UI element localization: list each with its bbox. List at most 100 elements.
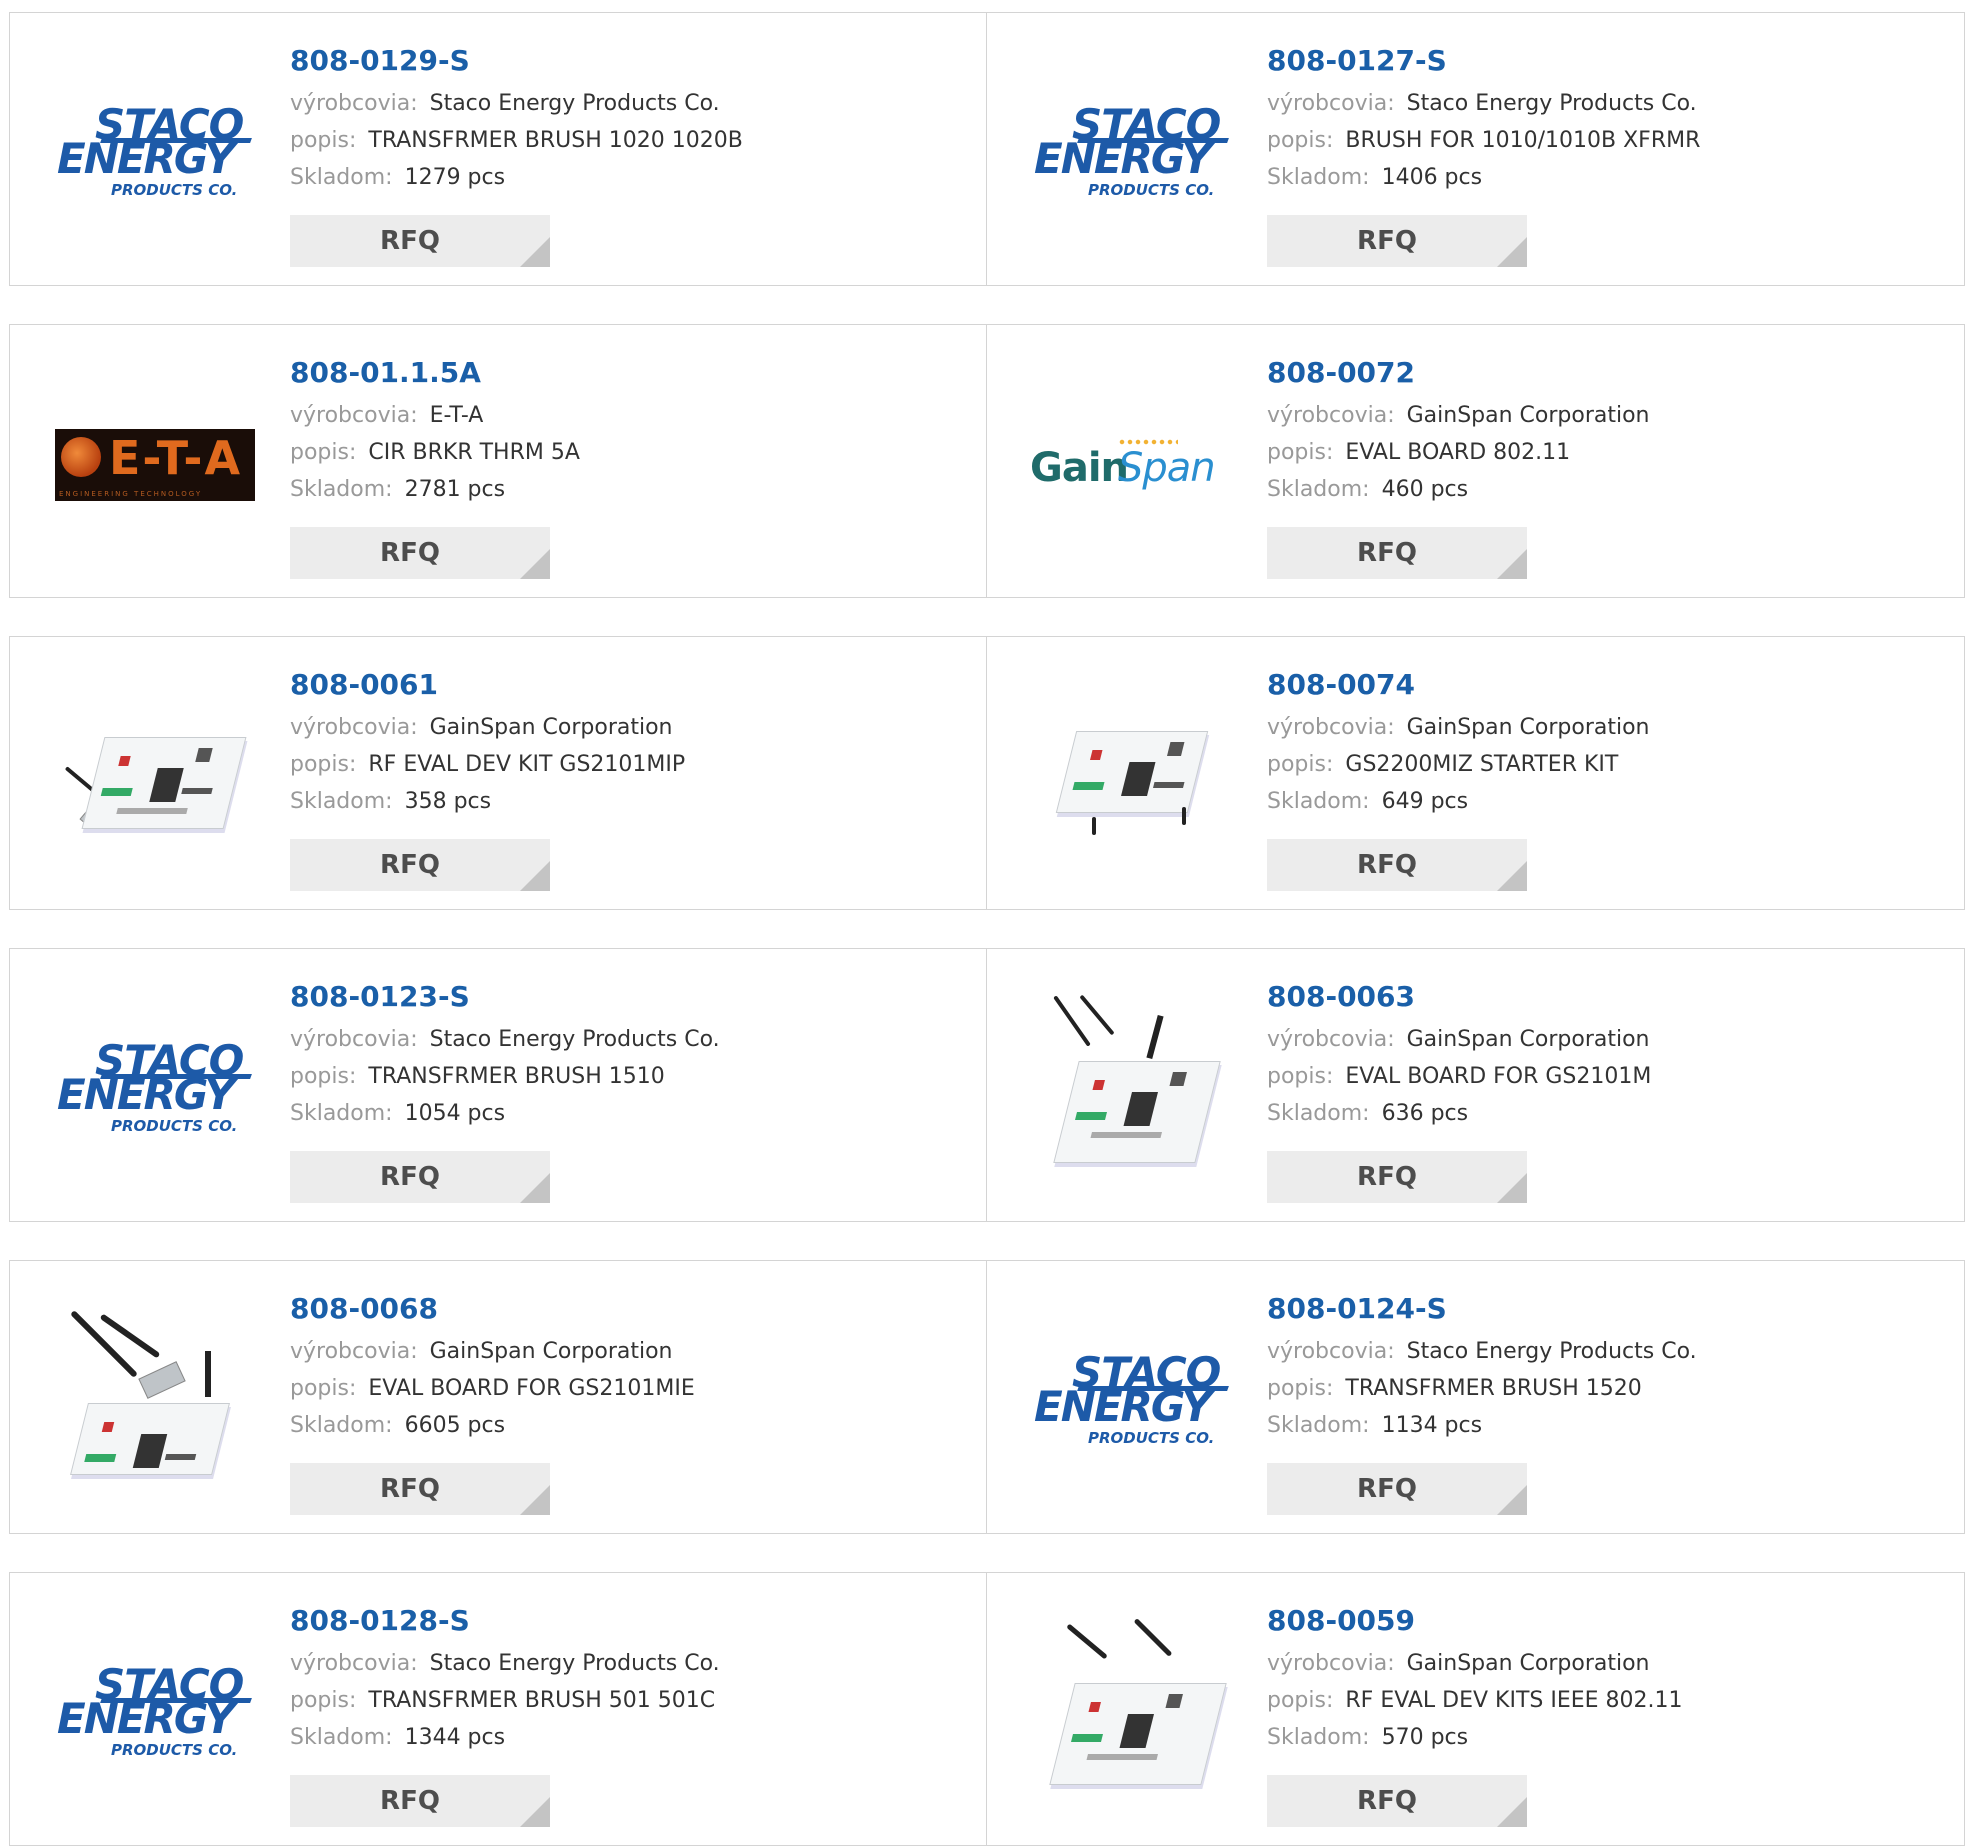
part-number-link[interactable]: 808-0127-S — [1267, 43, 1944, 79]
rfq-button[interactable]: RFQ — [1267, 1775, 1527, 1827]
part-number-link[interactable]: 808-0123-S — [290, 979, 966, 1015]
product-info: 808-0123-S výrobcovia: Staco Energy Produ… — [290, 979, 966, 1132]
product-info: 808-0074 výrobcovia: GainSpan Corporation… — [1267, 667, 1944, 820]
stock-line: Skladom: 570 pcs — [1267, 1725, 1469, 1750]
manufacturer-value: GainSpan Corporation — [1406, 1651, 1650, 1676]
description-value: TRANSFRMER BRUSH 1020 1020B — [368, 128, 743, 153]
description-line: popis: TRANSFRMER BRUSH 1020 1020B — [290, 128, 743, 153]
rfq-button[interactable]: RFQ — [1267, 839, 1527, 891]
stock-value: 2781 pcs — [404, 477, 506, 502]
product-info: 808-01.1.5A výrobcovia: E-T-A popis: CIR B… — [290, 355, 966, 508]
part-number-link[interactable]: 808-0072 — [1267, 355, 1944, 391]
product-info: 808-0124-S výrobcovia: Staco Energy Produ… — [1267, 1291, 1944, 1444]
part-number-link[interactable]: 808-0124-S — [1267, 1291, 1944, 1327]
product-image-board-photo[interactable] — [1026, 989, 1238, 1189]
staco-logo: STACO ENERGY PRODUCTS CO. — [55, 103, 255, 203]
manufacturer-line: výrobcovia: Staco Energy Products Co. — [290, 1651, 720, 1676]
product-image-board-photo[interactable] — [1026, 1613, 1238, 1813]
stock-line: Skladom: 649 pcs — [1267, 789, 1469, 814]
part-number-link[interactable]: 808-0063 — [1267, 979, 1944, 1015]
description-line: popis: TRANSFRMER BRUSH 1520 — [1267, 1376, 1642, 1401]
rfq-button[interactable]: RFQ — [290, 839, 550, 891]
rfq-button[interactable]: RFQ — [290, 1151, 550, 1203]
stock-value: 1344 pcs — [404, 1725, 506, 1750]
manufacturer-line: výrobcovia: Staco Energy Products Co. — [290, 1027, 720, 1052]
product-info: 808-0072 výrobcovia: GainSpan Corporation… — [1267, 355, 1944, 508]
rfq-button[interactable]: RFQ — [1267, 1151, 1527, 1203]
manufacturer-line: výrobcovia: Staco Energy Products Co. — [290, 91, 720, 116]
product-image-staco-logo[interactable]: STACO ENERGY PRODUCTS CO. — [1026, 53, 1238, 253]
corner-triangle-icon — [1497, 861, 1527, 891]
rfq-button[interactable]: RFQ — [290, 1775, 550, 1827]
product-image-staco-logo[interactable]: STACO ENERGY PRODUCTS CO. — [1026, 1301, 1238, 1501]
product-image-staco-logo[interactable]: STACO ENERGY PRODUCTS CO. — [49, 1613, 261, 1813]
manufacturer-value: Staco Energy Products Co. — [1406, 91, 1697, 116]
corner-triangle-icon — [1497, 1797, 1527, 1827]
part-number-link[interactable]: 808-0129-S — [290, 43, 966, 79]
part-number-link[interactable]: 808-0061 — [290, 667, 966, 703]
rfq-button[interactable]: RFQ — [290, 1463, 550, 1515]
product-card: 808-0068 výrobcovia: GainSpan Corporation… — [9, 1260, 987, 1534]
corner-triangle-icon — [1497, 549, 1527, 579]
product-card: 808-0063 výrobcovia: GainSpan Corporation… — [987, 948, 1965, 1222]
product-info: 808-0063 výrobcovia: GainSpan Corporation… — [1267, 979, 1944, 1132]
product-card: STACO ENERGY PRODUCTS CO. 808-0128-S výr… — [9, 1572, 987, 1846]
board-photo — [1032, 994, 1232, 1179]
product-image-staco-logo[interactable]: STACO ENERGY PRODUCTS CO. — [49, 989, 261, 1189]
manufacturer-value: Staco Energy Products Co. — [429, 1027, 720, 1052]
product-row: E-T-A ENGINEERING TECHNOLOGY 808-01.1.5A… — [9, 324, 1965, 598]
manufacturer-line: výrobcovia: Staco Energy Products Co. — [1267, 1339, 1697, 1364]
rfq-button[interactable]: RFQ — [1267, 1463, 1527, 1515]
manufacturer-line: výrobcovia: Staco Energy Products Co. — [1267, 91, 1697, 116]
product-image-staco-logo[interactable]: STACO ENERGY PRODUCTS CO. — [49, 53, 261, 253]
description-line: popis: EVAL BOARD FOR GS2101MIE — [290, 1376, 695, 1401]
part-number-link[interactable]: 808-0059 — [1267, 1603, 1944, 1639]
product-info: 808-0128-S výrobcovia: Staco Energy Produ… — [290, 1603, 966, 1756]
manufacturer-value: Staco Energy Products Co. — [429, 91, 720, 116]
product-card: STACO ENERGY PRODUCTS CO. 808-0124-S výr… — [987, 1260, 1965, 1534]
stock-value: 1134 pcs — [1381, 1413, 1483, 1438]
rfq-button[interactable]: RFQ — [1267, 215, 1527, 267]
product-image-board-photo[interactable] — [49, 1301, 261, 1501]
manufacturer-line: výrobcovia: GainSpan Corporation — [1267, 403, 1650, 428]
description-value: TRANSFRMER BRUSH 1510 — [368, 1064, 665, 1089]
staco-logo: STACO ENERGY PRODUCTS CO. — [55, 1663, 255, 1763]
part-number-link[interactable]: 808-01.1.5A — [290, 355, 966, 391]
manufacturer-line: výrobcovia: GainSpan Corporation — [1267, 1651, 1650, 1676]
rfq-button[interactable]: RFQ — [1267, 527, 1527, 579]
corner-triangle-icon — [520, 1173, 550, 1203]
product-row: 808-0061 výrobcovia: GainSpan Corporation… — [9, 636, 1965, 910]
stock-value: 570 pcs — [1381, 1725, 1469, 1750]
description-line: popis: GS2200MIZ STARTER KIT — [1267, 752, 1619, 777]
board-photo — [1032, 1618, 1232, 1803]
rfq-button[interactable]: RFQ — [290, 215, 550, 267]
product-image-gainspan-logo[interactable]: Gain Span — [1026, 365, 1238, 565]
product-row: STACO ENERGY PRODUCTS CO. 808-0123-S výr… — [9, 948, 1965, 1222]
part-number-link[interactable]: 808-0074 — [1267, 667, 1944, 703]
stock-value: 649 pcs — [1381, 789, 1469, 814]
manufacturer-value: Staco Energy Products Co. — [429, 1651, 720, 1676]
product-card: 808-0061 výrobcovia: GainSpan Corporation… — [9, 636, 987, 910]
product-image-board-photo[interactable] — [49, 677, 261, 877]
corner-triangle-icon — [520, 861, 550, 891]
corner-triangle-icon — [1497, 1485, 1527, 1515]
description-line: popis: RF EVAL DEV KIT GS2101MIP — [290, 752, 686, 777]
product-card: Gain Span 808-0072 výrobcovia: GainSpan C… — [987, 324, 1965, 598]
part-number-link[interactable]: 808-0128-S — [290, 1603, 966, 1639]
product-row: STACO ENERGY PRODUCTS CO. 808-0129-S výr… — [9, 12, 1965, 286]
description-value: TRANSFRMER BRUSH 1520 — [1345, 1376, 1642, 1401]
board-photo — [55, 687, 255, 867]
part-number-link[interactable]: 808-0068 — [290, 1291, 966, 1327]
manufacturer-line: výrobcovia: GainSpan Corporation — [1267, 715, 1650, 740]
product-card: STACO ENERGY PRODUCTS CO. 808-0129-S výr… — [9, 12, 987, 286]
product-image-board-photo[interactable] — [1026, 677, 1238, 877]
manufacturer-value: GainSpan Corporation — [429, 1339, 673, 1364]
stock-line: Skladom: 6605 pcs — [290, 1413, 506, 1438]
board-photo — [55, 1310, 255, 1491]
product-image-eta-logo[interactable]: E-T-A ENGINEERING TECHNOLOGY — [49, 365, 261, 565]
rfq-button[interactable]: RFQ — [290, 527, 550, 579]
description-line: popis: EVAL BOARD FOR GS2101M — [1267, 1064, 1652, 1089]
product-info: 808-0068 výrobcovia: GainSpan Corporation… — [290, 1291, 966, 1444]
description-value: EVAL BOARD FOR GS2101MIE — [368, 1376, 695, 1401]
stock-line: Skladom: 460 pcs — [1267, 477, 1469, 502]
